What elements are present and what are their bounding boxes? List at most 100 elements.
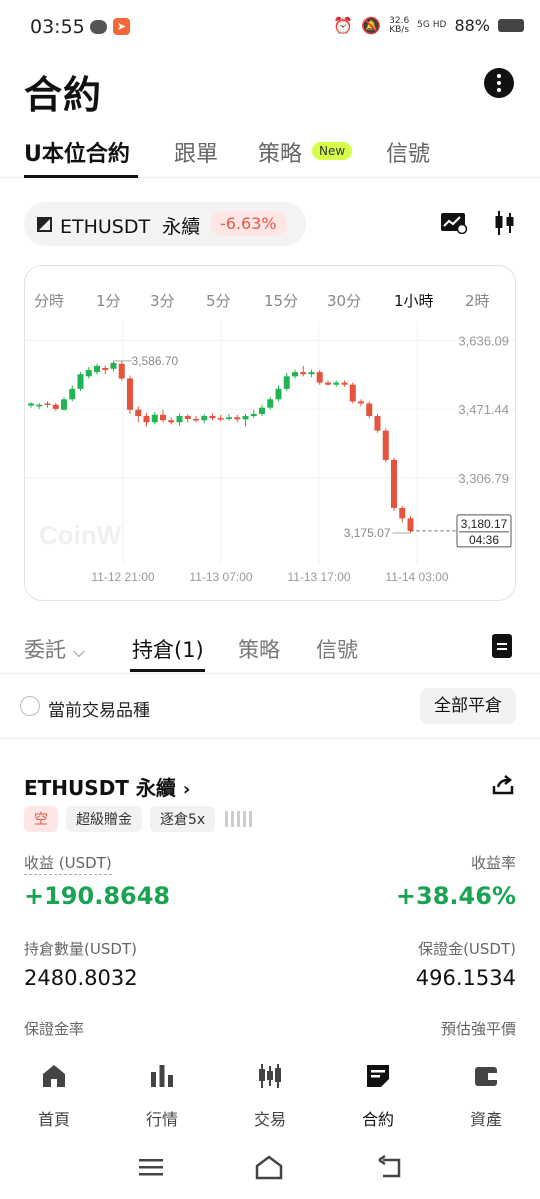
candle-body (61, 399, 67, 410)
back-icon[interactable] (375, 1154, 405, 1180)
wechat-icon (90, 19, 107, 34)
candle-body (250, 413, 257, 417)
candle-body (52, 404, 59, 409)
candle-body (28, 403, 34, 406)
position-tags: 空 超級贈金 逐倉5x (24, 806, 253, 832)
home-button-icon[interactable] (254, 1154, 284, 1180)
tab-position-signals[interactable]: 信號 (316, 634, 358, 664)
candle-body (201, 416, 208, 421)
x-tick-label: 11-12 21:00 (91, 570, 154, 584)
pnl-label[interactable]: 收益 (USDT) (24, 852, 112, 875)
candle-body (242, 416, 249, 420)
chevron-down-icon: ⌵ (72, 642, 85, 661)
tab-position-strategy[interactable]: 策略 (238, 634, 280, 664)
close-all-button[interactable]: 全部平倉 (420, 688, 516, 724)
bonus-tag: 超級贈金 (66, 806, 142, 832)
candle-body (325, 382, 331, 385)
more-options-icon[interactable] (484, 68, 514, 98)
candle-body (160, 414, 166, 421)
app-notification-icon: ➤ (113, 18, 130, 35)
candle-body (374, 416, 381, 431)
position-symbol[interactable]: ETHUSDT 永續 › (24, 772, 190, 801)
candle-body (118, 363, 125, 379)
liquidation-price-label: 預估強平價 (440, 1020, 516, 1038)
candlestick-icon[interactable] (494, 210, 516, 236)
candle-body (316, 372, 323, 383)
candle-body (349, 384, 356, 402)
candle-body (382, 430, 389, 460)
candle-body (358, 401, 364, 404)
candle-body (366, 403, 373, 417)
price-chart-card[interactable]: 分時 1分 3分 5分 15分 30分 1小時 2時 CoinW 3,636.0… (24, 265, 516, 601)
order-history-icon[interactable] (492, 634, 512, 658)
chevron-right-icon: › (182, 779, 191, 800)
watermark-text: CoinW (39, 520, 122, 550)
risk-level-indicator (225, 811, 253, 827)
candle-body (193, 418, 199, 421)
x-tick-label: 11-13 17:00 (287, 570, 350, 584)
divider (0, 738, 540, 739)
tab-orders[interactable]: 委託 ⌵ (24, 634, 85, 664)
x-tick-label: 11-14 03:00 (385, 570, 448, 584)
nav-assets[interactable]: 資產 (446, 1062, 526, 1130)
futures-icon (367, 1065, 389, 1087)
roe-label: 收益率 (470, 854, 516, 872)
y-tick-label: 3,471.44 (458, 402, 509, 417)
tab-copy-trading[interactable]: 跟單 (174, 136, 218, 168)
candle-body (209, 416, 216, 419)
symbol-selector[interactable]: ETHUSDT 永續 -6.63% (24, 202, 306, 246)
current-symbol-checkbox[interactable] (20, 696, 40, 716)
candle-body (151, 414, 158, 423)
candle-body (399, 507, 406, 519)
leverage-tag[interactable]: 逐倉5x (150, 806, 216, 832)
roe-value: +38.46% (395, 882, 516, 910)
candle-body (234, 417, 241, 420)
tab-strategy[interactable]: 策略 (258, 136, 302, 168)
candle-body (110, 362, 117, 369)
wallet-icon (475, 1067, 497, 1086)
change-badge: -6.63% (210, 211, 287, 236)
position-tabs: 委託 ⌵ 持倉(1) 策略 信號 (0, 630, 540, 674)
status-right: ⏰ 🔕 32.6 KB/s 5G HD 88% (333, 16, 524, 35)
nav-market[interactable]: 行情 (122, 1062, 202, 1130)
candle-body (77, 374, 84, 389)
candle-body (275, 388, 282, 400)
y-tick-label: 3,636.09 (458, 333, 509, 348)
candle-body (176, 416, 183, 423)
nav-futures[interactable]: 合約 (338, 1062, 418, 1130)
candle-body (341, 382, 348, 385)
x-tick-label: 11-13 07:00 (189, 570, 252, 584)
quantity-value: 2480.8032 (24, 966, 138, 990)
nav-trade[interactable]: 交易 (230, 1062, 310, 1130)
candle-body (143, 416, 150, 423)
nav-home[interactable]: 首頁 (14, 1062, 94, 1130)
battery-percent: 88% (454, 16, 490, 35)
candle-body (44, 403, 51, 405)
margin-value: 496.1534 (415, 966, 516, 990)
share-icon[interactable] (492, 774, 514, 796)
menu-icon[interactable] (136, 1154, 166, 1180)
trade-icon (259, 1064, 281, 1088)
tab-signals[interactable]: 信號 (386, 136, 430, 168)
status-time: 03:55 (30, 16, 85, 38)
mute-icon: 🔕 (361, 16, 382, 35)
chart-settings-icon[interactable] (440, 212, 468, 234)
candle-body (267, 399, 274, 408)
candle-body (135, 409, 142, 417)
active-tab-indicator (130, 669, 205, 672)
tab-usdt-futures[interactable]: U本位合約 (24, 136, 130, 168)
home-icon (43, 1065, 65, 1087)
quantity-label: 持倉數量(USDT) (24, 940, 137, 958)
candle-body (102, 367, 109, 371)
candlestick-chart[interactable]: CoinW 3,636.09 3,471.44 3,306.79 11-12 21:0… (25, 266, 516, 601)
new-badge: New (312, 142, 353, 160)
candle-body (283, 376, 290, 389)
tab-positions[interactable]: 持倉(1) (132, 634, 204, 664)
high-price-label: 3,586.70 (132, 354, 179, 368)
candle-body (168, 420, 175, 423)
signal-icon: 5G HD (417, 20, 447, 30)
candle-body (69, 388, 76, 400)
main-tabs: U本位合約 跟單 策略 New 信號 (0, 136, 540, 178)
current-symbol-label: 當前交易品種 (48, 701, 150, 721)
margin-ratio-label: 保證金率 (24, 1020, 85, 1038)
